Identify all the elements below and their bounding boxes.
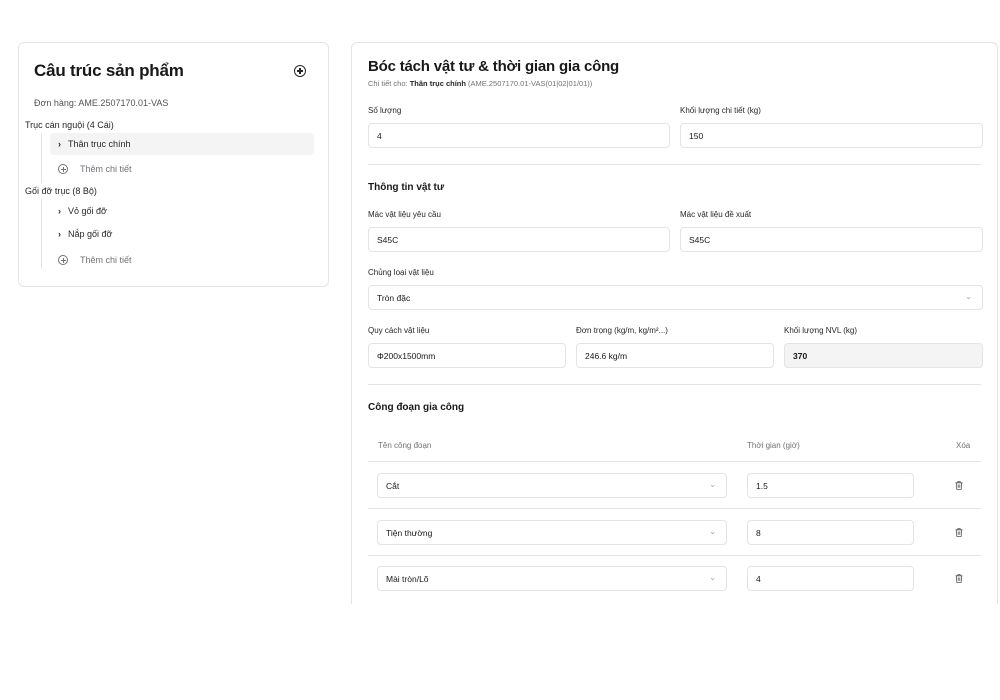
subtitle-part-name: Thân trục chính [409, 79, 466, 88]
tree-item-label: Vỏ gối đỡ [68, 206, 107, 216]
quantity-input[interactable]: 4 [368, 123, 670, 148]
tree-item-label: Thân trục chính [68, 139, 131, 149]
unit-weight-input[interactable]: 246.6 kg/m [576, 343, 774, 368]
add-group-icon[interactable] [294, 65, 306, 77]
chevron-down-icon: ⌄ [709, 480, 716, 489]
material-weight-label: Khối lượng NVL (kg) [784, 326, 857, 335]
tree-item-vo-goi-do[interactable]: › Vỏ gối đỡ [50, 200, 314, 222]
panel-title: Câu trúc sản phẩm [34, 61, 184, 80]
material-time-panel: Bóc tách vật tư & thời gian gia công Chi… [351, 42, 998, 604]
divider [368, 164, 981, 165]
tree-item-than-truc-chinh[interactable]: › Thân trục chính [50, 133, 314, 155]
process-name-select[interactable]: Cắt ⌄ [377, 473, 727, 498]
panel-title: Bóc tách vật tư & thời gian gia công [368, 58, 620, 75]
process-time-input[interactable]: 1.5 [747, 473, 914, 498]
tree-item-nap-goi-do[interactable]: › Nắp gối đỡ [50, 223, 314, 245]
process-time-input[interactable]: 8 [747, 520, 914, 545]
process-section-title: Công đoạn gia công [368, 402, 465, 413]
row-divider [368, 508, 981, 509]
trash-icon[interactable] [955, 574, 963, 583]
material-type-label: Chủng loại vật liệu [368, 268, 434, 277]
plus-circle-icon [58, 164, 68, 174]
process-name-select[interactable]: Mài tròn/Lõ ⌄ [377, 566, 727, 591]
proposed-grade-input[interactable]: S45C [680, 227, 983, 252]
proposed-grade-label: Mác vật liệu đề xuất [680, 210, 752, 219]
process-name-value: Tiện thường [386, 527, 433, 538]
row-divider [368, 555, 981, 556]
material-type-select[interactable]: Tròn đặc ⌄ [368, 285, 983, 310]
trash-icon[interactable] [955, 481, 963, 490]
plus-circle-icon [58, 255, 68, 265]
chevron-down-icon: ⌄ [709, 527, 716, 536]
tree-line [41, 199, 42, 269]
material-type-value: Tròn đặc [377, 292, 411, 303]
add-detail-button[interactable]: Thêm chi tiết [58, 164, 132, 174]
required-grade-input[interactable]: S45C [368, 227, 670, 252]
weight-input[interactable]: 150 [680, 123, 983, 148]
column-header-delete: Xóa [956, 441, 971, 450]
process-name-value: Mài tròn/Lõ [386, 573, 429, 584]
subtitle-code: (AME.2507170.01-VAS(01|02|01/01)) [468, 79, 593, 88]
material-section-title: Thông tin vật tư [368, 182, 445, 193]
divider [368, 384, 981, 385]
add-detail-label: Thêm chi tiết [80, 255, 132, 265]
chevron-right-icon: › [58, 229, 61, 239]
required-grade-label: Mác vật liệu yêu cầu [368, 210, 441, 219]
add-detail-label: Thêm chi tiết [80, 164, 132, 174]
add-detail-button[interactable]: Thêm chi tiết [58, 255, 132, 265]
unit-weight-label: Đơn trọng (kg/m, kg/m²...) [576, 326, 668, 335]
tree-item-label: Nắp gối đỡ [68, 229, 113, 239]
tree-line [41, 133, 42, 183]
product-structure-panel: Câu trúc sản phẩm Đơn hàng: AME.2507170.… [18, 42, 329, 287]
material-weight-output: 370 [784, 343, 983, 368]
subtitle-prefix: Chi tiết cho: [368, 79, 408, 88]
process-time-input[interactable]: 4 [747, 566, 914, 591]
chevron-right-icon: › [58, 206, 61, 216]
chevron-right-icon: › [58, 139, 61, 149]
chevron-down-icon: ⌄ [709, 573, 716, 582]
spec-input[interactable]: Φ200x1500mm [368, 343, 566, 368]
group-label-goi-do-truc[interactable]: Gối đỡ trục (8 Bộ) [25, 186, 97, 196]
spec-label: Quy cách vật liệu [368, 326, 430, 335]
detail-subtitle: Chi tiết cho: Thân trục chính (AME.25071… [368, 79, 592, 88]
group-label-truc-can-nguoi[interactable]: Trục cán nguội (4 Cái) [25, 120, 114, 130]
column-header-time: Thời gian (giờ) [747, 441, 800, 450]
process-name-select[interactable]: Tiện thường ⌄ [377, 520, 727, 545]
trash-icon[interactable] [955, 528, 963, 537]
row-divider [368, 461, 981, 462]
chevron-down-icon: ⌄ [965, 292, 972, 301]
column-header-name: Tên công đoạn [378, 441, 432, 450]
weight-label: Khối lượng chi tiết (kg) [680, 106, 761, 115]
process-name-value: Cắt [386, 480, 400, 491]
quantity-label: Số lượng [368, 106, 402, 115]
order-code: Đơn hàng: AME.2507170.01-VAS [34, 98, 169, 108]
